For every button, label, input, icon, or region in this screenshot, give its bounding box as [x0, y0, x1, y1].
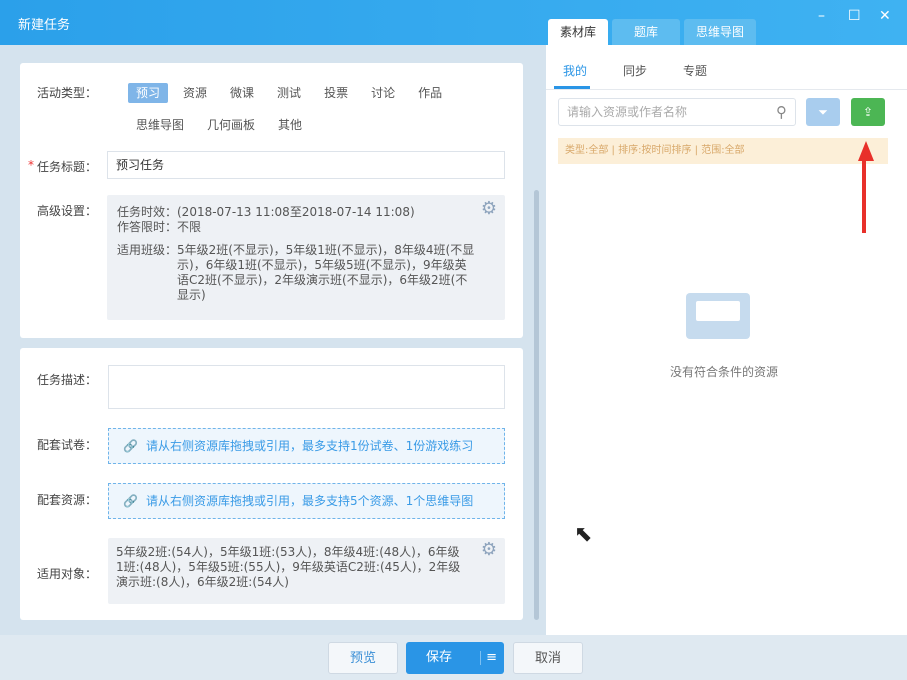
search-input[interactable]: 请输入资源或作者名称 ⚲ [558, 98, 796, 126]
activity-type-preview[interactable]: 预习 [128, 83, 169, 103]
tab-mind-map[interactable]: 思维导图 [684, 19, 757, 45]
activity-type-work[interactable]: 作品 [410, 83, 450, 103]
activity-type-discussion[interactable]: 讨论 [363, 83, 403, 103]
tab-material-library[interactable]: 素材库 [548, 19, 609, 45]
required-mark: * [28, 158, 34, 172]
scrollbar[interactable] [534, 190, 539, 620]
minimize-button[interactable]: – [818, 8, 825, 24]
save-label: 保存 [426, 650, 453, 665]
paper-label: 配套试卷： [37, 438, 98, 452]
resources-card: 任务描述： 配套试卷： 🔗 请从右侧资源库拖拽或引用，最多支持1份试卷、1份游戏练… [20, 348, 523, 620]
resource-label: 配套资源： [37, 493, 98, 507]
save-button[interactable]: 保存 ≡ [406, 642, 504, 674]
activity-type-geometry[interactable]: 几何画板 [199, 115, 263, 135]
preview-button[interactable]: 预览 [328, 642, 398, 674]
divider [546, 89, 907, 90]
target-value: 5年级2班:(54人)，5年级1班:(53人)，8年级4班:(48人)，6年级1… [116, 545, 461, 589]
red-arrow-annotation [858, 141, 874, 233]
task-title-label: 任务标题： [37, 160, 98, 174]
advanced-settings-box: 任务时效：(2018-07-13 11:08至2018-07-14 11:08)… [107, 195, 505, 320]
action-bar: 预览 保存 ≡ 取消 [0, 635, 907, 680]
basic-settings-card: 活动类型： 预习 资源 微课 测试 投票 讨论 作品 思维导图 几何画板 其他 … [20, 63, 523, 338]
paper-hint: 请从右侧资源库拖拽或引用，最多支持1份试卷、1份游戏练习 [145, 439, 474, 453]
activity-type-microlesson[interactable]: 微课 [222, 83, 262, 103]
upload-icon: ⇪ [862, 105, 874, 119]
filter-info: 类型:全部 | 排序:按时间排序 | 范围:全部 [558, 138, 888, 164]
target-label: 适用对象： [37, 567, 98, 581]
close-button[interactable]: ✕ [879, 8, 891, 24]
search-placeholder: 请输入资源或作者名称 [567, 105, 688, 119]
link-icon: 🔗 [123, 439, 138, 453]
task-title-input[interactable]: 预习任务 [107, 151, 505, 179]
subtab-topic[interactable]: 专题 [683, 62, 707, 79]
subtab-mine[interactable]: 我的 [563, 62, 587, 79]
classes-value: 5年级2班(不显示)，5年级1班(不显示)，8年级4班(不显示)，6年级1班(不… [177, 243, 475, 302]
activity-type-options: 预习 资源 微课 测试 投票 讨论 作品 思维导图 几何画板 其他 [128, 83, 528, 135]
gear-icon[interactable]: ⚙ [481, 541, 497, 559]
resource-hint: 请从右侧资源库拖拽或引用，最多支持5个资源、1个思维导图 [145, 494, 474, 508]
maximize-button[interactable]: ☐ [848, 8, 861, 24]
subtab-sync[interactable]: 同步 [623, 62, 647, 79]
task-validity: 任务时效：(2018-07-13 11:08至2018-07-14 11:08) [117, 205, 415, 219]
activity-type-other[interactable]: 其他 [270, 115, 310, 135]
link-icon: 🔗 [123, 494, 138, 508]
activity-type-mindmap[interactable]: 思维导图 [128, 115, 192, 135]
save-menu-icon[interactable]: ≡ [480, 651, 497, 665]
activity-type-vote[interactable]: 投票 [316, 83, 356, 103]
title-bar: 新建任务 素材库 题库 思维导图 – ☐ ✕ [0, 0, 907, 45]
task-description-label: 任务描述： [37, 373, 98, 387]
activity-type-label: 活动类型： [37, 86, 98, 100]
target-box: 5年级2班:(54人)，5年级1班:(53人)，8年级4班:(48人)，6年级1… [108, 538, 505, 604]
task-form-area: 活动类型： 预习 资源 微课 测试 投票 讨论 作品 思维导图 几何画板 其他 … [0, 45, 546, 635]
time-limit: 作答限时：不限 [117, 220, 202, 234]
classes-label: 适用班级： [117, 243, 178, 257]
resource-panel: 我的 同步 专题 请输入资源或作者名称 ⚲ ⏷ ⇪ 类型:全部 | 排序:按时间排… [546, 45, 907, 635]
search-icon[interactable]: ⚲ [776, 99, 787, 125]
resource-tabs: 素材库 题库 思维导图 [548, 19, 757, 45]
upload-button[interactable]: ⇪ [851, 98, 885, 126]
window-title: 新建任务 [18, 18, 71, 33]
filter-icon: ⏷ [818, 105, 828, 119]
gear-icon[interactable]: ⚙ [481, 200, 497, 218]
empty-inbox-icon [686, 293, 750, 339]
filter-button[interactable]: ⏷ [806, 98, 840, 126]
tab-question-bank[interactable]: 题库 [612, 19, 681, 45]
advanced-settings-label: 高级设置： [37, 204, 98, 218]
task-description-input[interactable] [108, 365, 505, 409]
paper-drop-zone[interactable]: 🔗 请从右侧资源库拖拽或引用，最多支持1份试卷、1份游戏练习 [108, 428, 505, 464]
activity-type-resource[interactable]: 资源 [175, 83, 215, 103]
cancel-button[interactable]: 取消 [513, 642, 583, 674]
resource-drop-zone[interactable]: 🔗 请从右侧资源库拖拽或引用，最多支持5个资源、1个思维导图 [108, 483, 505, 519]
activity-type-test[interactable]: 测试 [269, 83, 309, 103]
empty-message: 没有符合条件的资源 [670, 365, 779, 379]
mouse-cursor: ⬉ [574, 522, 593, 547]
